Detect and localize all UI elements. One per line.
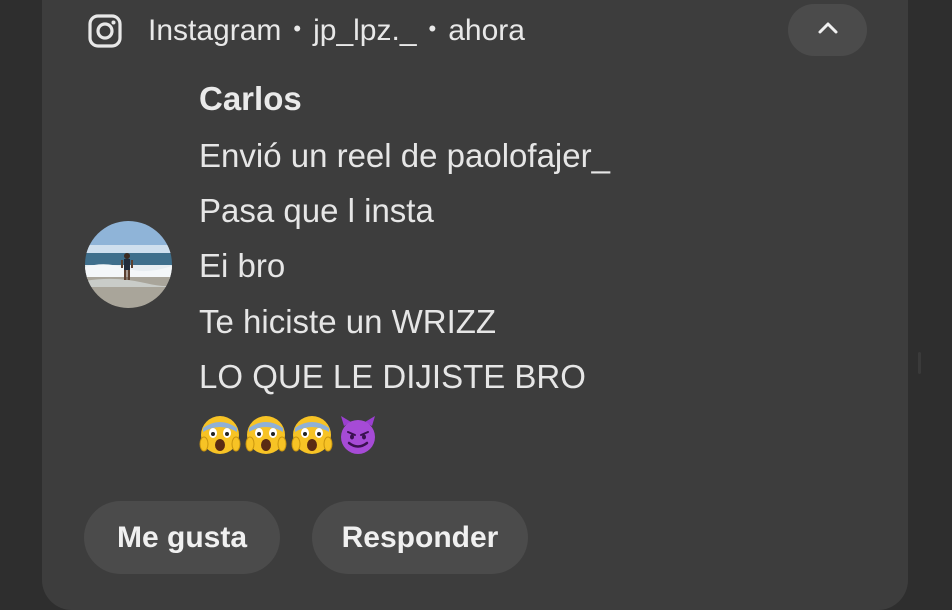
emoji-message <box>199 414 379 456</box>
scroll-edge-indicator <box>918 352 921 374</box>
screaming-face-icon <box>291 416 333 454</box>
collapse-button[interactable] <box>788 4 867 56</box>
message-line: Envió un reel de paolofajer_ <box>199 137 610 174</box>
smiling-face-with-horns-icon <box>341 416 375 454</box>
separator-dot: • <box>293 16 302 41</box>
app-name: Instagram <box>148 14 282 47</box>
timestamp: ahora <box>448 14 525 47</box>
chevron-up-icon <box>817 21 839 40</box>
sender-name: Carlos <box>199 80 302 117</box>
separator-dot: • <box>428 16 437 41</box>
avatar <box>85 221 172 308</box>
message-line: Pasa que l insta <box>199 192 434 229</box>
notification-header: Instagram • jp_lpz._ • ahora <box>86 10 525 52</box>
message-line: Te hiciste un WRIZZ <box>199 303 497 340</box>
message-line: LO QUE LE DIJISTE BRO <box>199 358 586 395</box>
screaming-face-icon <box>199 416 241 454</box>
message-line: Ei bro <box>199 247 286 284</box>
like-button[interactable]: Me gusta <box>84 501 280 574</box>
account-name: jp_lpz._ <box>313 14 417 47</box>
instagram-icon <box>86 12 124 50</box>
reply-button[interactable]: Responder <box>312 501 528 574</box>
screaming-face-icon <box>245 416 287 454</box>
